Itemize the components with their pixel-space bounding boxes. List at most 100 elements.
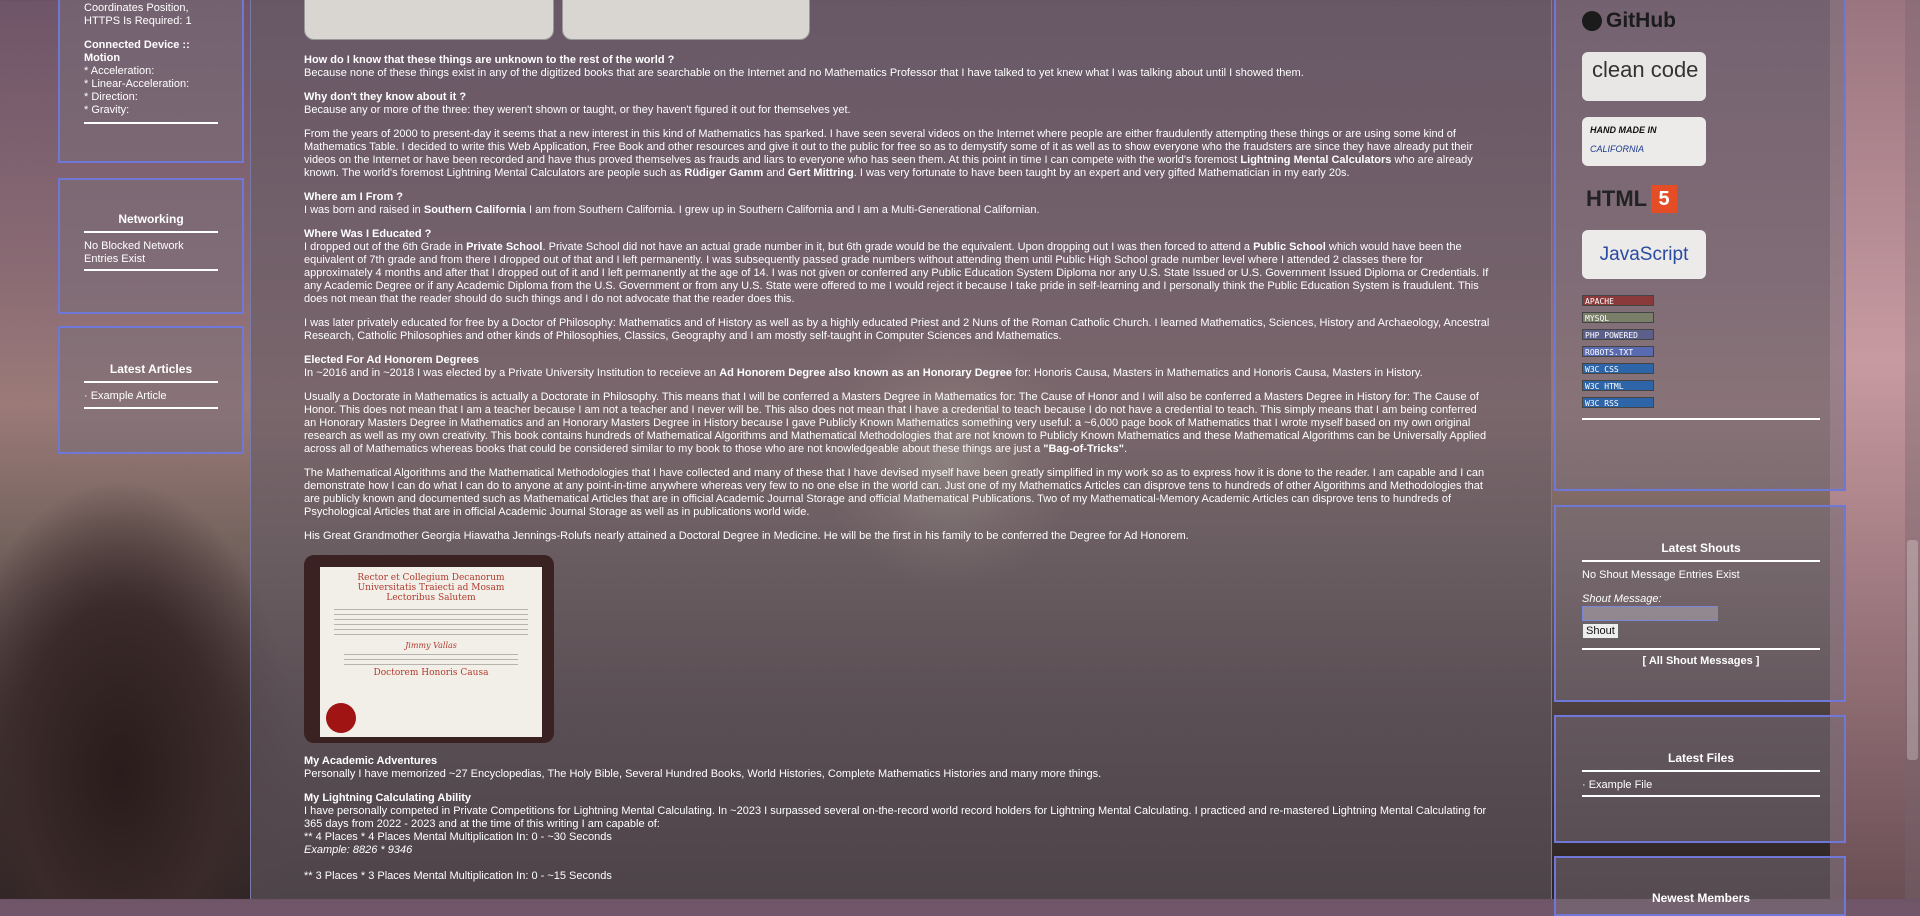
top-image-sketch-2 (562, 0, 810, 40)
github-label: GitHub (1606, 9, 1676, 32)
diploma-paper: Rector et Collegium Decanorum Universita… (320, 567, 542, 737)
scrollbar[interactable] (1905, 0, 1920, 899)
latest-shouts-panel: Latest Shouts No Shout Message Entries E… (1554, 505, 1846, 702)
diploma-line: Lectoribus Salutem (386, 593, 476, 603)
github-icon (1582, 11, 1602, 31)
question-heading: How do I know that these things are unkn… (304, 54, 675, 66)
divider (84, 231, 218, 233)
question-heading: Elected For Ad Honorem Degrees (304, 354, 480, 366)
paragraph: Because any or more of the three: they w… (304, 104, 851, 116)
bold-text: Lightning Mental Calculators (1240, 154, 1392, 166)
github-logo[interactable]: GitHub (1582, 9, 1822, 32)
badge-list: APACHE MYSQL PHP POWERED ROBOTS.TXT W3C … (1582, 295, 1822, 408)
divider (1582, 795, 1820, 797)
paragraph: Usually a Doctorate in Mathematics is ac… (304, 391, 1490, 456)
shout-message-input[interactable] (1582, 606, 1718, 621)
paragraph: I was later privately educated for free … (304, 317, 1490, 342)
robots-badge[interactable]: ROBOTS.TXT (1582, 346, 1654, 357)
text: . I was very fortunate to have been taug… (853, 167, 1350, 179)
motion-item: * Gravity: (84, 104, 130, 116)
networking-panel: Networking No Blocked Network Entries Ex… (58, 178, 244, 314)
text: for: Honoris Causa, Masters in Mathemati… (1015, 367, 1423, 379)
paragraph: I was born and raised in Southern Califo… (304, 204, 1490, 217)
divider (84, 407, 218, 409)
paragraph: I have personally competed in Private Co… (304, 805, 1487, 830)
shouts-empty-text: No Shout Message Entries Exist (1582, 569, 1740, 581)
paragraph: Personally I have memorized ~27 Encyclop… (304, 768, 1102, 780)
newest-members-panel: Newest Members (1554, 856, 1846, 916)
list-line: ** 3 Places * 3 Places Mental Multiplica… (304, 870, 612, 882)
html5-badge[interactable]: HTML 5 (1582, 184, 1822, 214)
motion-item: * Acceleration: (84, 65, 155, 77)
divider (1582, 648, 1820, 650)
diploma-body-lines (344, 654, 518, 666)
text: . (1124, 443, 1128, 455)
paragraph: From the years of 2000 to present-day it… (304, 128, 1490, 180)
hand-made-line: CALIFORNIA (1590, 144, 1645, 154)
latest-files-title: Latest Files (1667, 751, 1735, 765)
badges-panel: GitHub clean code HAND MADE IN CALIFORNI… (1554, 0, 1846, 491)
w3c-rss-badge[interactable]: W3C RSS (1582, 397, 1654, 408)
javascript-badge[interactable]: JavaScript (1582, 230, 1706, 279)
latest-shouts-title: Latest Shouts (1661, 541, 1741, 555)
list-line: ** 4 Places * 4 Places Mental Multiplica… (304, 831, 612, 843)
bold-text: Public School (1253, 241, 1326, 253)
w3c-html-badge[interactable]: W3C HTML (1582, 380, 1654, 391)
apache-badge[interactable]: APACHE (1582, 295, 1654, 306)
text: . Private School did not have an actual … (542, 241, 1251, 253)
w3c-css-badge[interactable]: W3C CSS (1582, 363, 1654, 374)
bold-text: "Bag-of-Tricks" (1043, 443, 1124, 455)
diploma-line: Universitatis Traiecti ad Mosam (357, 583, 505, 593)
article-link[interactable]: · Example Article (84, 390, 218, 403)
divider (84, 122, 218, 124)
text: In ~2016 and in ~2018 I was elected by a… (304, 367, 717, 379)
paragraph: The Mathematical Algorithms and the Math… (304, 467, 1485, 518)
divider (84, 381, 218, 383)
hand-made-badge[interactable]: HAND MADE IN CALIFORNIA (1582, 117, 1706, 166)
bold-text: Southern California (423, 204, 526, 216)
motion-item: * Direction: (84, 91, 138, 103)
clean-code-label: clean code (1592, 57, 1699, 82)
example-line: Example: 8826 * 9346 (304, 844, 413, 856)
html5-shield-icon: 5 (1651, 185, 1678, 213)
motion-item: * Linear-Acceleration: (84, 78, 190, 90)
diploma-body-lines (334, 609, 528, 639)
html5-label: HTML (1586, 186, 1648, 211)
file-link[interactable]: · Example File (1582, 779, 1820, 791)
all-shout-messages-link[interactable]: [ All Shout Messages ] (1582, 655, 1820, 667)
diploma-image: Rector et Collegium Decanorum Universita… (304, 555, 554, 743)
scrollbar-thumb[interactable] (1907, 540, 1918, 760)
https-line: HTTPS Is Required: 1 (84, 15, 192, 27)
device-panel: Coordinates Position, HTTPS Is Required:… (58, 0, 244, 163)
question-heading: Why don't they know about it ? (304, 91, 467, 103)
diploma-seal-icon (326, 703, 356, 733)
text: I was born and raised in (304, 204, 421, 216)
text: Usually a Doctorate in Mathematics is ac… (304, 391, 1487, 455)
hand-made-line: HAND MADE IN (1590, 125, 1657, 135)
question-heading: My Academic Adventures (304, 755, 438, 767)
divider (84, 269, 218, 271)
paragraph: In ~2016 and in ~2018 I was elected by a… (304, 367, 1490, 380)
article-body: How do I know that these things are unkn… (304, 54, 1490, 883)
mysql-badge[interactable]: MYSQL (1582, 312, 1654, 323)
coords-line: Coordinates Position, (84, 2, 189, 14)
question-heading: Where am I From ? (304, 191, 404, 203)
connected-device-title: Connected Device :: Motion (84, 39, 190, 64)
networking-title: Networking (118, 212, 184, 226)
bold-text: Private School (466, 241, 543, 253)
php-badge[interactable]: PHP POWERED (1582, 329, 1654, 340)
bold-text: Ad Honorem Degree also known as an Honor… (719, 367, 1013, 379)
top-image-sketch-1 (304, 0, 554, 40)
diploma-line: Rector et Collegium Decanorum (357, 573, 505, 583)
latest-articles-title: Latest Articles (109, 362, 193, 376)
paragraph: Because none of these things exist in an… (304, 67, 1304, 79)
networking-text: No Blocked Network Entries Exist (84, 240, 184, 265)
shout-button[interactable]: Shout (1582, 623, 1619, 639)
text: and (766, 167, 785, 179)
text: I am from Southern California. I grew up… (528, 204, 1040, 216)
bold-text: Rüdiger Gamm (684, 167, 764, 179)
diploma-name: Jimmy Vallas (405, 641, 457, 650)
clean-code-badge[interactable]: clean code (1582, 52, 1706, 101)
question-heading: Where Was I Educated ? (304, 228, 432, 240)
divider (1582, 770, 1820, 772)
